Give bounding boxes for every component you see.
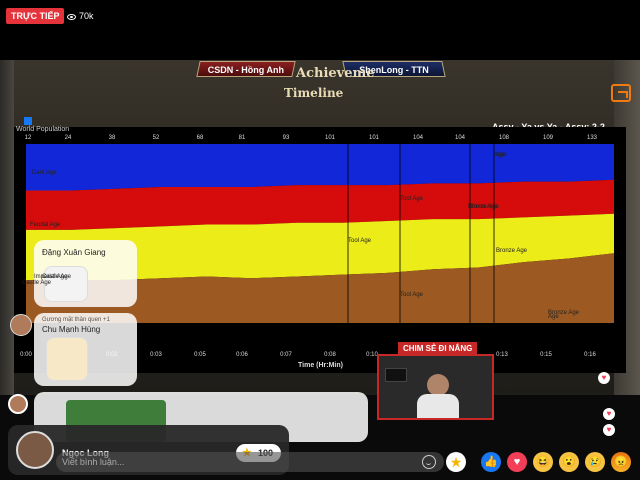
population-tick-label: 133 — [586, 135, 598, 141]
population-tick-label: 93 — [282, 135, 290, 141]
streamer-webcam — [377, 354, 494, 420]
eye-icon — [67, 13, 76, 20]
time-tick-label: 0:03 — [150, 352, 162, 358]
era-annotation: Age — [496, 152, 507, 158]
sticker-image — [46, 337, 88, 381]
time-tick-label: 0:16 — [584, 352, 596, 358]
era-annotation: Age — [548, 314, 559, 320]
avatar[interactable] — [16, 431, 54, 469]
comment-author: Chu Mạnh Hùng — [42, 325, 101, 334]
population-tick-label: 109 — [542, 135, 554, 141]
population-tick-label: 101 — [324, 135, 336, 141]
angry-icon[interactable]: 😠 — [611, 452, 631, 472]
era-annotation: Dark Age — [32, 170, 57, 176]
time-tick-label: 0:05 — [194, 352, 206, 358]
time-tick-label: 0:06 — [236, 352, 248, 358]
population-tick-label: 12 — [24, 135, 32, 141]
like-icon[interactable]: 👍 — [481, 452, 501, 472]
emoji-icon[interactable] — [422, 455, 436, 469]
population-tick-label: 24 — [64, 135, 72, 141]
population-tick-label: 81 — [238, 135, 246, 141]
population-tick-label: 101 — [368, 135, 380, 141]
population-tick-label: 38 — [108, 135, 116, 141]
left-team: CSDN - Hồng Anh — [196, 61, 296, 77]
live-badge: TRỰC TIẾP — [6, 8, 65, 24]
star-icon[interactable]: ★ — [446, 452, 466, 472]
x-axis-label: Time (Hr:Min) — [298, 362, 343, 369]
avatar[interactable] — [8, 394, 28, 414]
time-tick-label: 0:07 — [280, 352, 292, 358]
population-tick-label: 104 — [454, 135, 466, 141]
avatar[interactable] — [10, 314, 32, 336]
time-tick-label: 0:15 — [540, 352, 552, 358]
population-tick-label: 68 — [196, 135, 204, 141]
top-bar — [0, 0, 640, 60]
achievement-header: Achieveme — [296, 66, 375, 81]
viewer-count-value: 70k — [79, 11, 94, 21]
comment-card[interactable]: Gương mặt thân quen +1 Chu Mạnh Hùng — [34, 313, 137, 386]
webcam-monitor — [385, 368, 407, 382]
timeline-tab-title: Timeline — [284, 86, 344, 100]
sad-icon[interactable]: 😢 — [585, 452, 605, 472]
comment-author: Đặng Xuân Giang — [42, 248, 106, 257]
heart-icon: ♥ — [603, 424, 615, 436]
viewer-count: 70k — [67, 8, 94, 24]
time-tick-label: 0:13 — [496, 352, 508, 358]
stone-border-left — [0, 60, 14, 395]
time-tick-label: 0:08 — [324, 352, 336, 358]
time-tick-label: 0:00 — [20, 352, 32, 358]
heart-icon: ♥ — [598, 372, 610, 384]
comment-badge: Gương mặt thân quen +1 — [42, 317, 110, 323]
heart-icon: ♥ — [603, 408, 615, 420]
era-annotation: Tool Age — [348, 238, 372, 244]
broadcaster-logo-icon — [611, 84, 631, 102]
era-annotation: Bronze Age — [496, 248, 528, 254]
comment-input[interactable] — [56, 452, 444, 472]
era-annotation: Castle Age — [42, 274, 72, 280]
era-annotation: Feudal Age — [30, 222, 61, 228]
wow-icon[interactable]: 😮 — [559, 452, 579, 472]
world-population-label: World Population — [16, 126, 70, 133]
love-icon[interactable]: ♥ — [507, 452, 527, 472]
left-team-name: CSDN - Hồng Anh — [207, 65, 284, 75]
webcam-person — [427, 374, 449, 396]
population-tick-label: 108 — [498, 135, 510, 141]
era-annotation: Tool Age — [400, 292, 424, 298]
facebook-icon — [24, 117, 32, 125]
era-annotation: Tool Age — [400, 196, 424, 202]
webcam-person-body — [417, 394, 459, 418]
era-annotation: Stone Age — [470, 204, 498, 210]
era-annotation: Castle Age — [22, 280, 52, 286]
haha-icon[interactable]: 😆 — [533, 452, 553, 472]
population-tick-label: 104 — [412, 135, 424, 141]
population-tick-label: 52 — [152, 135, 160, 141]
